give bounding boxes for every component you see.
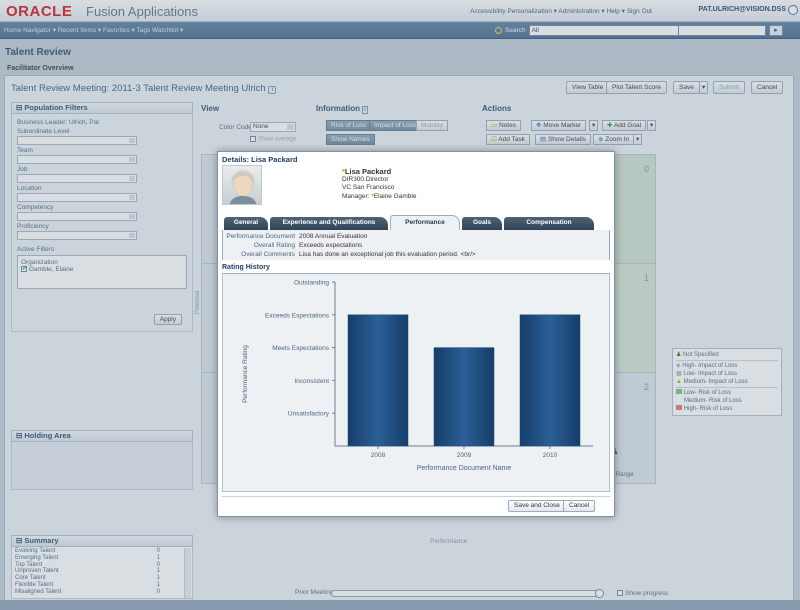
y-axis-title: Performance Rating [242,345,249,403]
performance-document-value: 2008 Annual Evaluation [299,233,368,240]
tab-general[interactable]: General [224,217,268,230]
y-tick-label: Unsatisfactory [288,411,330,418]
overall-comments-value: Lisa has done an exceptional job this ev… [299,251,476,258]
tab-performance[interactable]: Performance [390,215,460,230]
rating-history-chart: Unsatisfactory Inconsistent Meets Expectat… [222,274,610,492]
x-tick-label: 2008 [371,452,386,459]
employee-info: *Lisa Packard DIR300.Director VC San Fra… [342,167,417,201]
details-dialog: Details: Lisa Packard *Lisa Packard DIR3… [217,151,615,517]
employee-photo [222,165,262,205]
x-tick-label: 2009 [457,452,472,459]
y-tick-label: Inconsistent [294,378,329,385]
chart-bar [433,347,495,447]
dialog-cancel-button[interactable]: Cancel [563,500,596,512]
y-tick-label: Outstanding [294,280,329,287]
dialog-title: Details: Lisa Packard [222,155,298,164]
performance-summary: Performance Document 2008 Annual Evaluat… [222,230,610,260]
tab-experience[interactable]: Experience and Qualifications [270,217,388,230]
chart-svg: Unsatisfactory Inconsistent Meets Expectat… [242,280,593,472]
chart-bar [519,314,581,447]
save-and-close-button[interactable]: Save and Close [508,500,566,512]
dialog-tabs: General Experience and Qualifications Pe… [222,215,610,230]
employee-manager: Manager: *Elaine Gamble [342,192,417,200]
tab-goals[interactable]: Goals [462,217,502,230]
x-axis-title: Performance Document Name [417,465,512,472]
y-tick-label: Meets Expectations [272,345,329,352]
employee-name[interactable]: *Lisa Packard [342,167,416,176]
overall-rating-label: Overall Rating [253,242,295,249]
dialog-footer [222,496,610,497]
employee-position: VC San Francisco [342,184,395,192]
performance-document-label: Performance Document [226,233,295,240]
rating-history-title: Rating History [222,264,270,271]
y-tick-label: Exceeds Expectations [265,312,330,319]
employee-code: DIR300.Director [342,176,389,184]
tab-compensation[interactable]: Compensation [504,217,594,230]
chart-bar [347,314,409,447]
overall-rating-value: Exceeds expectations [299,242,363,249]
x-tick-label: 2010 [543,452,558,459]
overall-comments-label: Overall Comments [241,251,295,258]
portrait-image [229,170,257,204]
